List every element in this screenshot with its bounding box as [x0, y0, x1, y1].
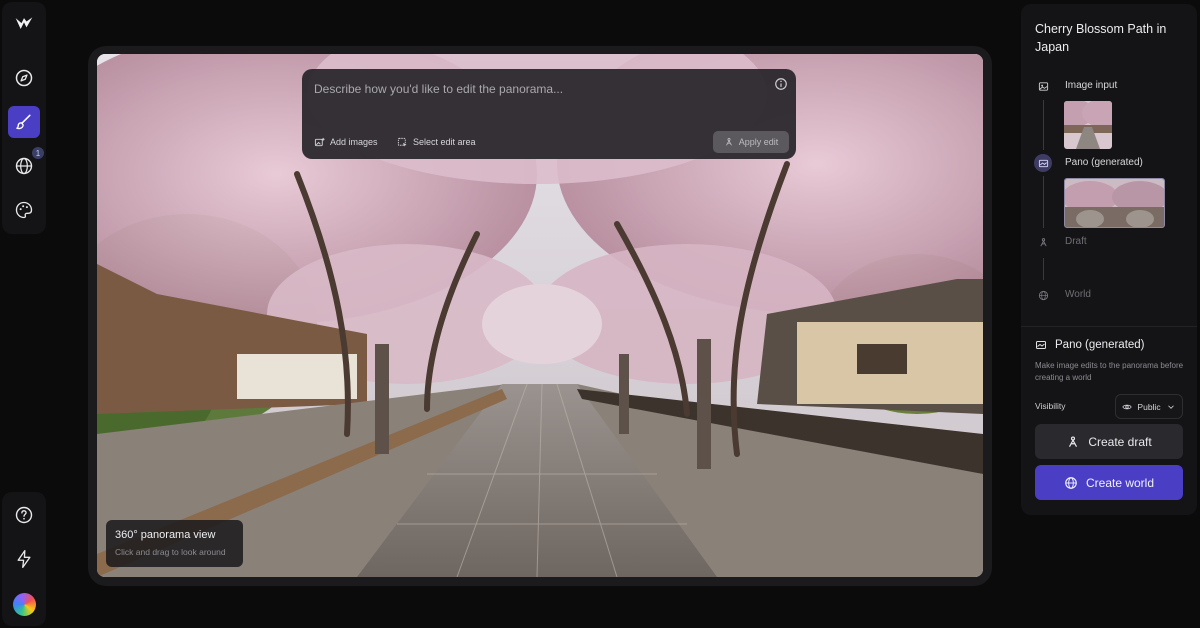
eye-icon: [1122, 404, 1133, 409]
section-header: Pano (generated): [1035, 339, 1145, 351]
section-title: Pano (generated): [1055, 339, 1145, 351]
add-images-button[interactable]: Add images: [314, 133, 378, 151]
upgrade-button[interactable]: [8, 543, 40, 575]
create-world-label: Create world: [1085, 475, 1155, 490]
brush-icon: [16, 114, 31, 130]
edit-button[interactable]: [8, 106, 40, 138]
explore-button[interactable]: [8, 62, 40, 94]
image-icon: [1038, 81, 1048, 91]
step-pano-generated[interactable]: Pano (generated): [1065, 157, 1143, 168]
draft-icon: [1039, 237, 1047, 246]
section-description: Make image edits to the panorama before …: [1035, 361, 1184, 382]
apply-edit-icon: [725, 138, 732, 146]
select-edit-area-label: Select edit area: [413, 137, 476, 147]
add-image-icon: [314, 137, 325, 146]
input-image-thumbnail[interactable]: [1064, 101, 1112, 149]
left-rail: [2, 2, 46, 234]
step-image-input[interactable]: Image input: [1065, 80, 1117, 91]
apply-edit-button[interactable]: Apply edit: [713, 131, 789, 153]
edit-prompt-box: Add images Select edit area Apply edit: [302, 69, 796, 159]
hint-title: 360° panorama view: [115, 529, 216, 541]
step-connector: [1043, 176, 1044, 228]
globe-icon: [15, 157, 33, 175]
world-step-icon: [1035, 287, 1051, 303]
step-draft[interactable]: Draft: [1065, 236, 1087, 247]
edit-prompt-input[interactable]: [314, 79, 754, 99]
step-world[interactable]: World: [1065, 289, 1091, 300]
logo-icon: [15, 17, 33, 29]
lightning-icon: [17, 550, 31, 568]
step-connector: [1043, 258, 1044, 280]
styles-button[interactable]: [8, 194, 40, 226]
user-avatar[interactable]: [13, 593, 36, 616]
globe-icon: [1038, 290, 1048, 300]
draft-step-icon: [1035, 234, 1051, 250]
visibility-label: Visibility: [1035, 401, 1066, 411]
info-icon[interactable]: [774, 77, 788, 91]
visibility-dropdown[interactable]: Public: [1115, 394, 1183, 419]
hint-subtitle: Click and drag to look around: [115, 547, 226, 557]
image-input-step-icon: [1035, 78, 1051, 94]
step-connector: [1043, 100, 1044, 150]
project-panel: Cherry Blossom Path in Japan Image input…: [1021, 4, 1197, 515]
brand-logo[interactable]: [8, 8, 40, 40]
panorama-hint: 360° panorama view Click and drag to loo…: [106, 520, 243, 567]
create-draft-label: Create draft: [1088, 434, 1152, 449]
globe-icon: [1065, 476, 1077, 489]
pano-thumbnail-image: [1065, 179, 1164, 227]
select-edit-area-button[interactable]: Select edit area: [397, 133, 476, 151]
add-images-label: Add images: [330, 137, 378, 147]
pano-thumbnail[interactable]: [1064, 178, 1165, 228]
apply-edit-label: Apply edit: [738, 137, 779, 147]
app: 1 Describe how you'd like to edit the pa…: [0, 0, 1200, 628]
create-world-button[interactable]: Create world: [1035, 465, 1183, 500]
draft-icon: [1069, 435, 1078, 447]
compass-icon: [15, 69, 33, 87]
pano-icon: [1038, 159, 1048, 167]
pano-step-icon: [1034, 154, 1052, 172]
help-button[interactable]: [8, 499, 40, 531]
create-draft-button[interactable]: Create draft: [1035, 424, 1183, 459]
pano-icon: [1036, 341, 1046, 349]
thumbnail-image: [1064, 101, 1112, 149]
select-area-icon: [397, 137, 407, 147]
worlds-count-badge: 1: [32, 147, 44, 159]
help-icon: [15, 506, 33, 524]
project-title: Cherry Blossom Path in Japan: [1035, 22, 1167, 54]
panel-divider: [1021, 326, 1197, 327]
chevron-down-icon: [1167, 404, 1174, 409]
palette-icon: [15, 201, 33, 219]
visibility-value: Public: [1137, 401, 1161, 412]
